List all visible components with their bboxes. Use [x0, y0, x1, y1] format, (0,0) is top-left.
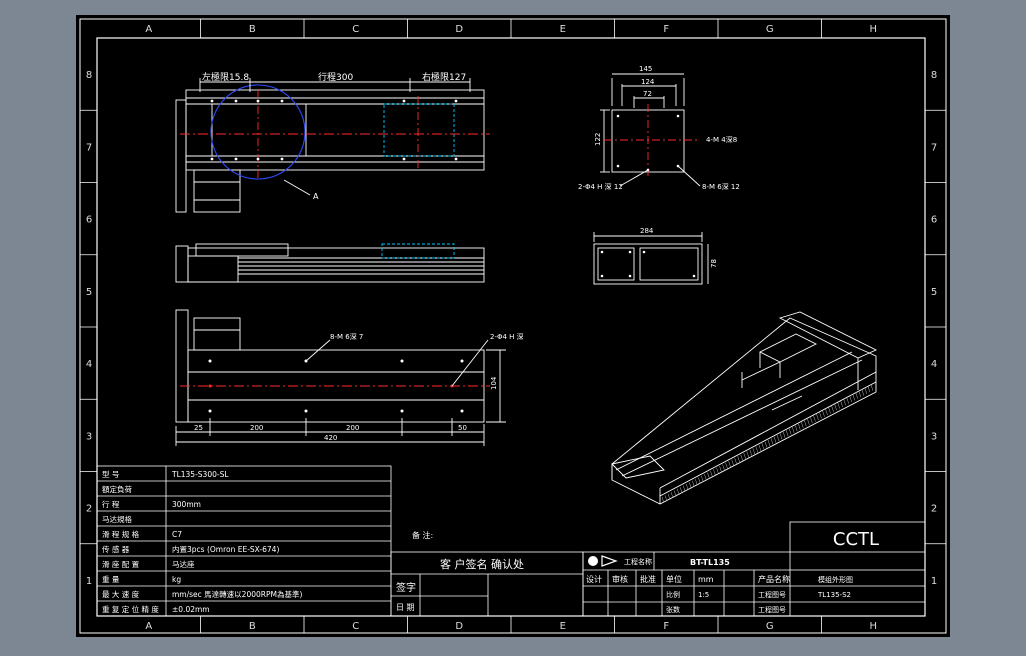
grid-col-bottom-E: E	[560, 621, 566, 632]
title-row1-cell-1: 审核	[612, 574, 628, 584]
grid-row-left-6: 6	[86, 215, 92, 226]
grid-row-right-2: 2	[931, 504, 937, 515]
dim-bottom-height: 104	[490, 376, 498, 390]
title-row1-cell-2: 批准	[640, 574, 656, 584]
grid-row-left-2: 2	[86, 504, 92, 515]
grid-row-right-8: 8	[931, 70, 937, 81]
grid-col-top-H: H	[869, 24, 877, 35]
dim-end-w3: 72	[643, 90, 652, 98]
confirm-title: 客 户签名 确认处	[440, 557, 524, 571]
dim-motor-width: 284	[640, 227, 654, 235]
spec-value-2: 300mm	[172, 500, 201, 509]
callout-a: A	[313, 192, 319, 201]
dim-end-w2: 124	[641, 78, 655, 86]
title-row2-cell-3: 比例	[666, 590, 680, 599]
grid-row-left-1: 1	[86, 576, 92, 587]
bottom-holes-note: 8-M 6深 7	[330, 332, 363, 341]
spec-value-7: kg	[172, 575, 181, 584]
grid-col-bottom-D: D	[455, 621, 463, 632]
spec-value-5: 内置3pcs (Omron EE-SX-674)	[172, 544, 279, 554]
dim-motor-height: 78	[710, 259, 718, 268]
logo-project-name: 工程名称	[624, 557, 652, 566]
end-view-note: 4-M 4深8	[706, 135, 737, 144]
dim-bottom-total: 420	[324, 434, 337, 442]
drawing-name: BT-TL135	[690, 558, 730, 567]
grid-col-top-F: F	[663, 24, 669, 35]
product-name: 模组外形图	[818, 575, 853, 584]
title-row1-cell-5: 产品名称	[758, 574, 790, 584]
grid-row-right-4: 4	[931, 359, 937, 370]
spec-label-3: 马达規格	[102, 514, 132, 524]
spec-label-4: 滑 程 规 格	[102, 529, 140, 539]
grid-row-right-5: 5	[931, 287, 937, 298]
grid-col-top-C: C	[352, 24, 359, 35]
dim-right-limit: 右極限127	[422, 71, 466, 83]
grid-row-left-3: 3	[86, 431, 92, 442]
spec-label-1: 額定負荷	[102, 484, 132, 494]
grid-col-bottom-B: B	[249, 621, 256, 632]
drawing-number: TL135-S2	[817, 591, 851, 599]
spec-label-2: 行 程	[102, 499, 120, 509]
cad-drawing-viewport: A A B B C C D D E E F F G G H H 8 8 7 7 6 6 5 5 4 4 3 3 2 2 1 1 左極限15.8…	[0, 0, 1026, 652]
grid-col-bottom-A: A	[145, 621, 152, 632]
grid-col-top-D: D	[455, 24, 463, 35]
notes-label: 备 注:	[412, 530, 433, 540]
dim-end-h1: 122	[594, 133, 602, 146]
brand-cctl: CCTL	[833, 529, 879, 550]
confirm-sign-label: 签字	[396, 581, 416, 594]
dim-bottom-right: 50	[458, 424, 467, 432]
dim-left-limit: 左極限15.8	[202, 71, 249, 83]
grid-col-bottom-H: H	[869, 621, 877, 632]
spec-label-0: 型 号	[102, 470, 119, 479]
title-row1-cell-4: mm	[698, 575, 714, 584]
grid-row-right-1: 1	[931, 576, 937, 587]
dim-bottom-pitch1: 200	[250, 424, 263, 432]
grid-row-right-7: 7	[931, 142, 937, 153]
title-row3-cell-5: 工程图号	[758, 605, 786, 614]
grid-col-top-A: A	[145, 24, 152, 35]
end-view-tap-note: 8-M 6深 12	[702, 182, 740, 191]
spec-value-6: 马达座	[172, 559, 195, 569]
spec-label-8: 最 大 速 度	[102, 589, 140, 599]
grid-col-top-B: B	[249, 24, 256, 35]
dim-bottom-pitch2: 200	[346, 424, 359, 432]
spec-value-0: TL135-S300-SL	[171, 470, 229, 479]
spec-label-9: 重 复 定 位 精 度	[102, 604, 159, 614]
grid-row-right-6: 6	[931, 215, 937, 226]
drawing-sheet: A A B B C C D D E E F F G G H H 8 8 7 7 6 6 5 5 4 4 3 3 2 2 1 1 左極限15.8…	[76, 15, 950, 637]
grid-col-top-G: G	[766, 24, 774, 35]
grid-row-left-8: 8	[86, 70, 92, 81]
dim-bottom-left: 25	[194, 424, 203, 432]
title-row1-cell-3: 单位	[666, 574, 682, 584]
grid-col-bottom-C: C	[352, 621, 359, 632]
grid-row-left-4: 4	[86, 359, 92, 370]
bottom-pin-note: 2-Φ4 H 深	[490, 332, 524, 341]
spec-label-5: 传 感 器	[102, 544, 130, 554]
spec-value-9: ±0.02mm	[172, 605, 210, 614]
sheet-background	[76, 15, 950, 637]
title-row2-cell-5: 工程图号	[758, 590, 786, 599]
title-row2-cell-4: 1:5	[698, 591, 709, 599]
grid-row-left-5: 5	[86, 287, 92, 298]
spec-value-4: C7	[172, 530, 182, 539]
spec-label-7: 重 量	[102, 575, 120, 584]
grid-col-bottom-G: G	[766, 621, 774, 632]
spec-label-6: 滑 座 配 置	[102, 559, 140, 569]
grid-row-left-7: 7	[86, 142, 92, 153]
end-view-pin-note: 2-Φ4 H 深 12	[578, 182, 623, 191]
dim-end-w1: 145	[639, 65, 652, 73]
grid-col-top-E: E	[560, 24, 566, 35]
spec-value-8: mm/sec 馬達轉速以2000RPM為基準)	[172, 589, 302, 599]
grid-col-bottom-F: F	[663, 621, 669, 632]
confirm-date-label: 日 期	[396, 603, 415, 612]
grid-row-right-3: 3	[931, 431, 937, 442]
title-row3-cell-3: 张数	[666, 605, 680, 614]
title-row1-cell-0: 设计	[586, 574, 602, 584]
dim-stroke: 行程300	[318, 71, 353, 83]
